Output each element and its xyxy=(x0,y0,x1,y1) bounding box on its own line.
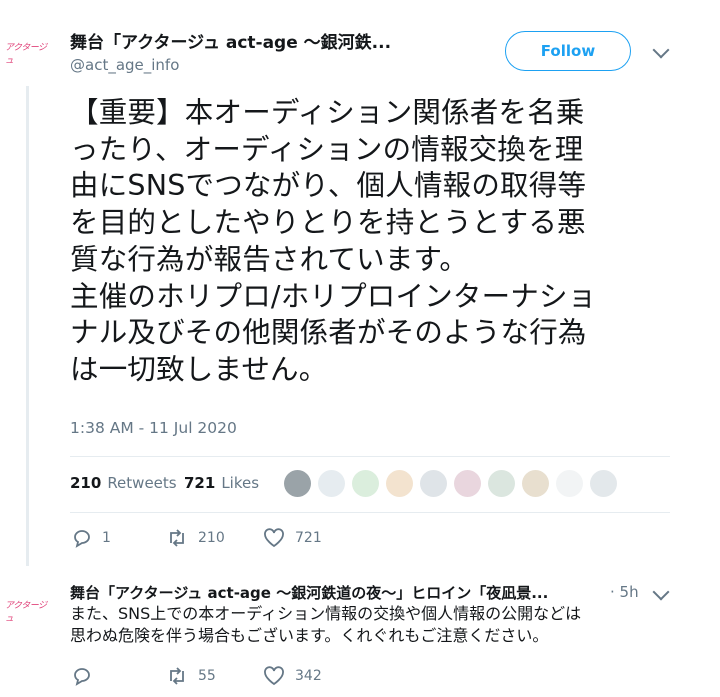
handle[interactable]: @act_age_info xyxy=(70,56,179,74)
likes-stat[interactable]: 721 Likes xyxy=(184,474,259,492)
likes-count: 721 xyxy=(184,474,216,492)
liker-avatar[interactable] xyxy=(522,470,549,497)
reply-retweet-count: 55 xyxy=(198,668,216,684)
liker-avatar[interactable] xyxy=(352,470,379,497)
reply-icon xyxy=(74,668,90,686)
liker-avatars xyxy=(284,470,617,497)
reply-like-action[interactable]: 342 xyxy=(263,666,322,686)
reply-count: 1 xyxy=(102,530,111,546)
tweet-text: 【重要】本オーディション関係者を名乗 ったり、オーディションの情報交換を理 由に… xyxy=(70,96,597,386)
thread-line xyxy=(26,86,29,566)
divider xyxy=(70,456,670,457)
liker-avatar[interactable] xyxy=(420,470,447,497)
reply-avatar-logo-text: アクタージュ xyxy=(5,601,47,624)
liker-avatar[interactable] xyxy=(590,470,617,497)
display-name[interactable]: 舞台「アクタージュ act-age ～銀河鉄... xyxy=(70,28,470,53)
reply-avatar[interactable]: アクタージュ xyxy=(5,588,51,634)
retweet-action[interactable]: 210 xyxy=(166,528,225,548)
liker-avatar[interactable] xyxy=(318,470,345,497)
retweets-count: 210 xyxy=(70,474,102,492)
liker-avatar[interactable] xyxy=(284,470,311,497)
like-count: 721 xyxy=(295,530,322,546)
retweets-stat[interactable]: 210 Retweets xyxy=(70,474,177,492)
liker-avatar[interactable] xyxy=(556,470,583,497)
chevron-down-icon[interactable] xyxy=(652,41,670,59)
heart-icon xyxy=(264,528,284,548)
follow-button[interactable]: Follow xyxy=(505,31,631,71)
retweet-icon xyxy=(170,529,184,547)
like-action[interactable]: 721 xyxy=(263,528,322,548)
avatar[interactable]: アクタージュ xyxy=(5,30,51,76)
reply-icon xyxy=(74,530,90,548)
retweet-icon xyxy=(170,667,184,685)
reply-reply-action[interactable] xyxy=(72,666,102,686)
reply-like-count: 342 xyxy=(295,668,322,684)
likes-label: Likes xyxy=(221,474,260,492)
avatar-logo-text: アクタージュ xyxy=(5,43,47,66)
reply-text: また、SNS上での本オーディション情報の交換や個人情報の公開などは 思わぬ危険を… xyxy=(70,604,582,645)
reply-action[interactable]: 1 xyxy=(72,528,111,548)
reply-display-name[interactable]: 舞台「アクタージュ act-age ～銀河鉄道の夜～」ヒロイン「夜凪景... xyxy=(70,582,610,603)
liker-avatar[interactable] xyxy=(386,470,413,497)
liker-avatar[interactable] xyxy=(488,470,515,497)
retweet-count: 210 xyxy=(198,530,225,546)
reply-chevron-down-icon[interactable] xyxy=(652,583,670,601)
timestamp[interactable]: 1:38 AM - 11 Jul 2020 xyxy=(70,419,237,437)
divider xyxy=(70,512,670,513)
reply-time[interactable]: · 5h xyxy=(610,583,639,601)
retweets-label: Retweets xyxy=(107,474,177,492)
reply-retweet-action[interactable]: 55 xyxy=(166,666,216,686)
liker-avatar[interactable] xyxy=(454,470,481,497)
heart-icon xyxy=(264,666,284,686)
